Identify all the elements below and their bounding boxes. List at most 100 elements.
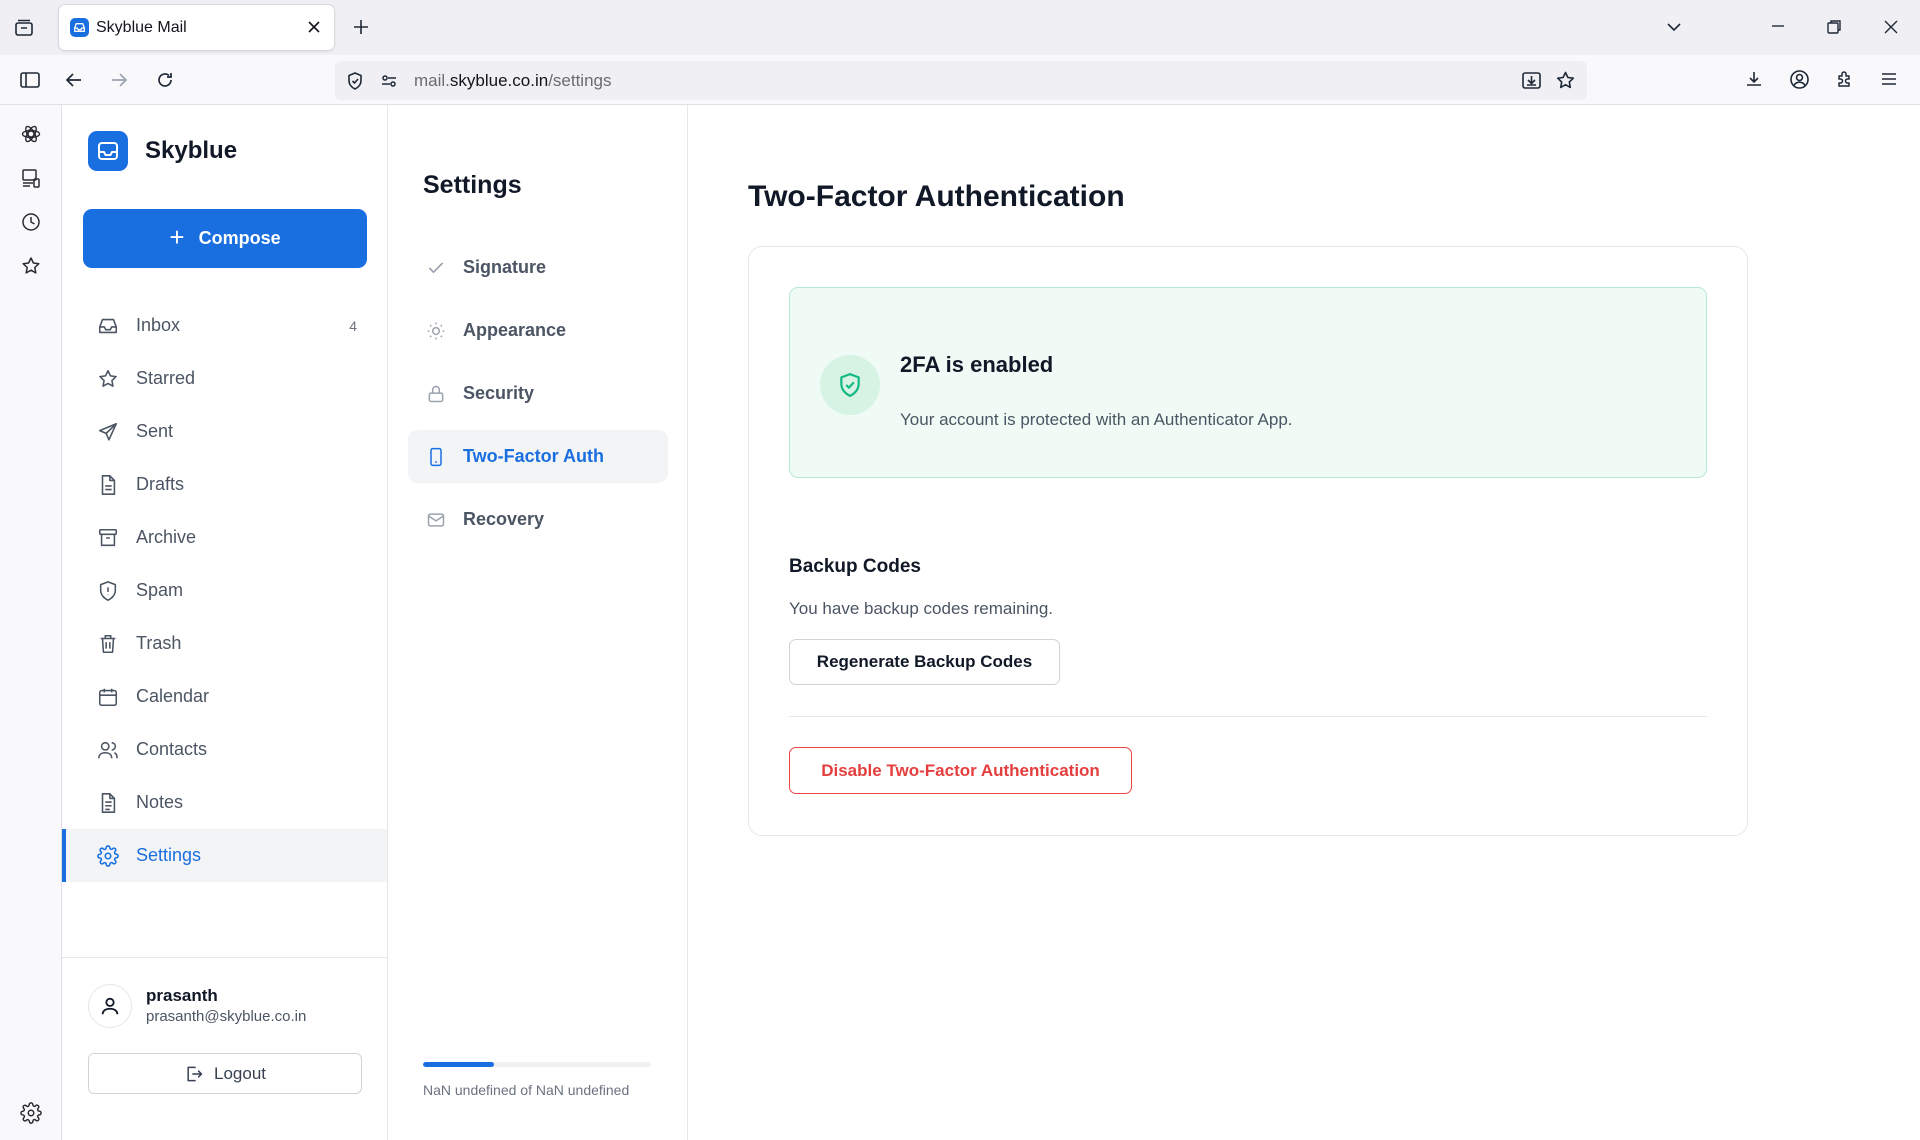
save-to-pocket-icon[interactable] — [1521, 70, 1542, 91]
two-factor-card: 2FA is enabled Your account is protected… — [748, 246, 1748, 836]
gear-icon — [97, 844, 119, 867]
settings-title: Settings — [423, 171, 522, 199]
sidebar-toggle-icon[interactable] — [19, 70, 41, 90]
ai-chatbot-icon[interactable] — [20, 123, 42, 145]
nav-item-settings[interactable]: Settings — [62, 829, 387, 882]
nav-item-spam[interactable]: Spam — [62, 564, 387, 617]
nav-item-trash[interactable]: Trash — [62, 617, 387, 670]
settings-item-label: Two-Factor Auth — [463, 446, 604, 466]
nav-label: Settings — [136, 845, 202, 865]
settings-item-label: Recovery — [463, 509, 545, 529]
nav-label: Spam — [136, 580, 184, 600]
tab-list-icon[interactable] — [14, 18, 34, 38]
shield-check-icon — [820, 355, 880, 415]
contacts-icon — [98, 741, 118, 758]
nav-item-starred[interactable]: Starred — [62, 352, 387, 405]
main-content: Two-Factor Authentication 2FA is enabled… — [688, 105, 1920, 1140]
downloads-icon[interactable] — [1744, 69, 1764, 89]
browser-tab-bar: Skyblue Mail — [0, 0, 1920, 55]
archive-icon — [98, 528, 118, 546]
site-permissions-icon[interactable] — [379, 71, 399, 91]
nav-item-sent[interactable]: Sent — [62, 405, 387, 458]
close-tab-icon[interactable] — [305, 18, 323, 36]
inbox-icon — [98, 318, 118, 333]
url-text: mail.skyblue.co.in/settings — [414, 71, 612, 90]
new-tab-icon[interactable] — [351, 17, 371, 37]
settings-item-appearance[interactable]: Appearance — [408, 304, 668, 357]
2fa-status-description: Your account is protected with an Authen… — [900, 410, 1293, 429]
lock-icon — [428, 385, 444, 402]
settings-item-label: Security — [463, 383, 535, 403]
user-panel: prasanth prasanth@skyblue.co.in Logout — [62, 957, 387, 1140]
nav-item-drafts[interactable]: Drafts — [62, 458, 387, 511]
nav-label: Starred — [136, 368, 196, 388]
extensions-icon[interactable] — [1835, 69, 1855, 89]
forward-icon[interactable] — [109, 70, 129, 90]
back-icon[interactable] — [64, 70, 84, 90]
logout-label: Logout — [214, 1063, 266, 1083]
trash-icon — [100, 634, 116, 653]
disable-2fa-button[interactable]: Disable Two-Factor Authentication — [789, 747, 1132, 794]
settings-item-two-factor-auth[interactable]: Two-Factor Auth — [408, 430, 668, 483]
storage-progress-bar — [423, 1062, 651, 1067]
check-icon — [428, 261, 444, 273]
nav-label: Trash — [136, 633, 182, 653]
avatar[interactable] — [88, 984, 132, 1028]
logout-button[interactable]: Logout — [88, 1053, 362, 1094]
address-bar[interactable]: mail.skyblue.co.in/settings — [335, 61, 1587, 100]
mail-nav: Inbox 4 Starred Sent Drafts Archive Spam… — [62, 299, 387, 882]
nav-item-inbox[interactable]: Inbox 4 — [62, 299, 387, 352]
customize-sidebar-gear-icon[interactable] — [20, 1102, 42, 1124]
browser-tab-skyblue-mail[interactable]: Skyblue Mail — [59, 5, 334, 50]
nav-label: Drafts — [136, 474, 185, 494]
nav-item-archive[interactable]: Archive — [62, 511, 387, 564]
draft-icon — [101, 474, 116, 495]
settings-nav: Signature Appearance Security Two-Factor… — [408, 241, 668, 556]
menu-icon[interactable] — [1880, 70, 1898, 88]
tracking-shield-icon[interactable] — [345, 71, 365, 91]
close-window-icon[interactable] — [1882, 18, 1900, 36]
settings-item-security[interactable]: Security — [408, 367, 668, 420]
synced-tabs-icon[interactable] — [20, 167, 42, 189]
tab-title: Skyblue Mail — [96, 19, 187, 36]
page-title: Two-Factor Authentication — [748, 180, 1125, 213]
brand[interactable]: Skyblue — [88, 131, 237, 171]
phone-icon — [430, 447, 442, 466]
divider — [789, 716, 1707, 717]
nav-item-calendar[interactable]: Calendar — [62, 670, 387, 723]
bookmark-star-icon[interactable] — [1555, 70, 1576, 91]
compose-button[interactable]: + Compose — [83, 209, 367, 268]
nav-item-contacts[interactable]: Contacts — [62, 723, 387, 776]
nav-label: Inbox — [136, 315, 181, 335]
nav-item-notes[interactable]: Notes — [62, 776, 387, 829]
nav-label: Notes — [136, 792, 184, 812]
nav-label: Sent — [136, 421, 174, 441]
regenerate-backup-codes-button[interactable]: Regenerate Backup Codes — [789, 639, 1060, 685]
settings-item-recovery[interactable]: Recovery — [408, 493, 668, 546]
settings-sidebar: Settings Signature Appearance Security T… — [388, 105, 688, 1140]
send-icon — [98, 422, 118, 441]
logout-icon — [187, 1066, 203, 1081]
account-icon[interactable] — [1789, 69, 1810, 90]
chevron-down-icon[interactable] — [1664, 17, 1684, 37]
storage-usage-text: NaN undefined of NaN undefined — [423, 1082, 630, 1098]
minimize-icon[interactable] — [1769, 17, 1787, 35]
backup-codes-description: You have backup codes remaining. — [789, 599, 1053, 618]
restore-icon[interactable] — [1825, 18, 1843, 36]
settings-item-label: Appearance — [463, 320, 567, 340]
inbox-count-badge: 4 — [349, 317, 357, 334]
browser-sidebar — [0, 105, 62, 1140]
app-sidebar: Skyblue + Compose Inbox 4 Starred Sent D… — [62, 105, 388, 1140]
history-icon[interactable] — [20, 211, 42, 233]
settings-item-signature[interactable]: Signature — [408, 241, 668, 294]
user-name: prasanth — [146, 986, 218, 1005]
brand-name: Skyblue — [145, 137, 238, 164]
sun-icon — [427, 322, 445, 339]
backup-codes-title: Backup Codes — [789, 556, 921, 577]
reload-icon[interactable] — [155, 70, 175, 90]
skyblue-favicon — [70, 18, 89, 37]
settings-item-label: Signature — [463, 257, 547, 277]
user-email: prasanth@skyblue.co.in — [146, 1008, 307, 1025]
bookmarks-icon[interactable] — [20, 255, 42, 277]
star-icon — [99, 369, 117, 387]
